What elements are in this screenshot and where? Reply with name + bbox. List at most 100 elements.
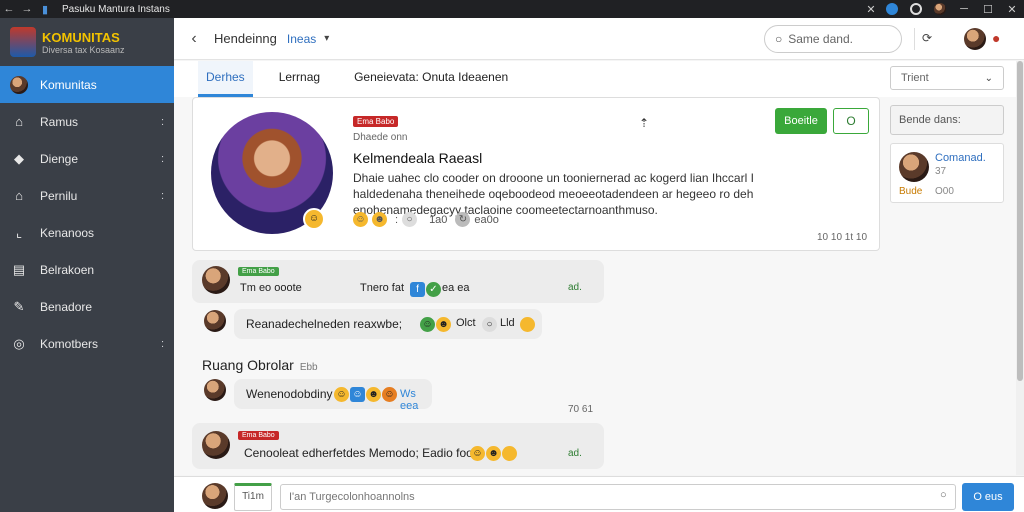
tab-derhes[interactable]: Derhes [198,61,253,97]
status-badge: Ema Babo [238,267,279,276]
list-item[interactable]: Wenenodobdiny ☺ ☺ ☻ ☺ Ws eea [234,379,432,412]
close-tab-icon[interactable]: ✕ [862,3,880,16]
back-icon[interactable]: ‹ [174,30,214,48]
message-link[interactable]: Ws eea [400,388,432,412]
more-icon[interactable]: : [161,153,164,165]
avatar[interactable] [204,379,226,401]
suggested-user-card[interactable]: Comanad. 37 Bude O00 [890,143,1004,203]
browser-icon[interactable] [886,3,898,15]
avatar[interactable] [202,266,230,294]
emoji-icon[interactable]: ☺ [382,387,397,402]
forward-arrow-icon[interactable]: → [18,3,36,15]
sidebar-item-label: Kenanoos [40,225,95,240]
avatar[interactable] [520,317,535,332]
main-content: Derhes Lerrnag Geneievata: Onuta Ideaene… [174,61,1016,475]
sidebar-item-kenanoos[interactable]: ⌞ Kenanoos [0,214,174,251]
post-timestamp: 10 10 1t 10 [817,232,868,243]
sidebar-item-ramus[interactable]: ⌂ Ramus : [0,103,174,140]
grin-emoji-icon[interactable]: ☻ [372,212,387,227]
user-avatar-icon[interactable] [934,3,946,15]
app-logo[interactable]: KOMUNITAS Diversa tax Kosaanz [0,18,174,66]
list-item[interactable]: Ema Babo Cenooleat edherfetdes Memodo; E… [192,423,604,469]
check-icon[interactable]: ✓ [426,282,441,297]
avatar[interactable] [899,152,929,182]
sidebar-item-label: Belrakoen [40,262,95,277]
add-reaction-icon[interactable]: ○ [482,317,497,332]
send-button[interactable]: O eus [962,483,1014,511]
facebook-icon[interactable]: f [410,282,425,297]
profile-icon[interactable] [910,3,922,15]
chevron-down-icon: ⌄ [984,72,993,84]
sidebar-item-pernilu[interactable]: ⌂ Pernilu : [0,177,174,214]
sidebar: KOMUNITAS Diversa tax Kosaanz Komunitas … [0,18,174,512]
channel-selector[interactable]: Ineas [287,32,316,46]
avatar[interactable] [204,310,226,332]
app-small-icon: ▮ [41,3,49,16]
emoji-icon[interactable]: ☺ [350,387,365,402]
more-icon[interactable]: : [161,190,164,202]
filter-value: Trient [901,72,929,84]
message-input[interactable]: I'an Turgecolonhoannolns [280,484,956,510]
circle-icon: ◎ [13,335,25,351]
scrollbar-thumb[interactable] [1017,61,1023,381]
message-text: Cenooleat edherfetdes Memodo; Eadio fooo [244,446,480,460]
more-icon[interactable]: : [161,116,164,128]
tab-lerrnag[interactable]: Lerrnag [271,61,328,97]
close-icon[interactable]: ● [992,30,1000,46]
sidebar-item-komotbers[interactable]: ◎ Komotbers : [0,325,174,362]
status-badge: Ema Babo [353,116,399,127]
avatar[interactable] [202,483,228,509]
status-badge: Ema Babo [238,431,279,440]
maximize-icon[interactable]: ☐ [976,3,1000,16]
minimize-icon[interactable]: ─ [952,3,976,15]
window-close-icon[interactable]: ✕ [1000,3,1024,16]
room-title: Ruang Obrolar Ebb [202,357,318,373]
profile-name: Kelmendeala Raeasl [353,150,483,166]
emoji-icon[interactable]: ☻ [436,317,451,332]
back-arrow-icon[interactable]: ← [0,3,18,15]
search-input[interactable]: ○ Same dand. [764,25,902,53]
reaction-count: 1a0 [429,213,448,226]
composer-badge[interactable]: Ti1m [234,483,272,511]
search-icon: ○ [775,32,783,46]
list-item[interactable]: Reanadechelneden reaxwbe; ☺ ☻ Olct ○ Lld [234,309,542,339]
emoji-icon[interactable]: ☻ [486,446,501,461]
message-text: Wenenodobdiny [246,387,333,401]
message-time: 70 61 [568,404,594,415]
add-reaction-icon[interactable]: ○ [402,212,418,227]
message-author: Tm eo ooote [240,282,302,294]
search-placeholder: Same dand. [788,32,853,46]
scrollbar[interactable] [1016,61,1024,475]
message-button[interactable]: O [833,108,869,134]
search-icon[interactable]: ○ [940,489,947,501]
suggested-user-sub: 37 [935,166,947,177]
sidebar-item-dienge[interactable]: ◆ Dienge : [0,140,174,177]
sidebar-item-komunitas[interactable]: Komunitas [0,66,174,103]
reaction-extra: ea0o [474,213,499,226]
sidebar-item-benadore[interactable]: ✎ Benadore [0,288,174,325]
tab-geneievata[interactable]: Geneievata: Onuta Ideaenen [346,61,516,97]
sidebar-item-belrakoen[interactable]: ▤ Belrakoen [0,251,174,288]
list-item[interactable]: Ema Babo Tm eo ooote Tnero fat f ✓ ea ea… [192,260,604,303]
chevron-down-icon[interactable]: ▾ [324,33,329,44]
more-icon[interactable]: : [161,338,164,350]
refresh-icon[interactable]: ⟳ [922,31,932,45]
filter-select[interactable]: Trient ⌄ [890,66,1004,90]
emoji-icon[interactable]: ☺ [470,446,485,461]
share-icon[interactable]: ↻ [455,212,471,227]
avatar[interactable] [202,431,230,459]
smile-emoji-icon[interactable]: ☺ [353,212,368,227]
side-panel-header[interactable]: Bende dans: [890,105,1004,135]
page-title: Hendeinng [214,31,277,46]
reaction-bar: ☺ ☻ : ○ 1a0 ↻ ea0o [353,212,499,227]
follow-button[interactable]: Boeitle [775,108,827,134]
suggested-user-name[interactable]: Comanad. [935,152,986,164]
sidebar-item-label: Komotbers [40,336,99,351]
emoji-icon[interactable]: ☻ [366,387,381,402]
corner-icon: ⌞ [15,224,23,240]
emoji-icon[interactable]: ☺ [420,317,435,332]
window-title: Pasuku Mantura Instans [62,3,170,15]
header-avatar[interactable] [964,28,986,50]
emoji-icon[interactable]: ☺ [334,387,349,402]
avatar[interactable] [502,446,517,461]
